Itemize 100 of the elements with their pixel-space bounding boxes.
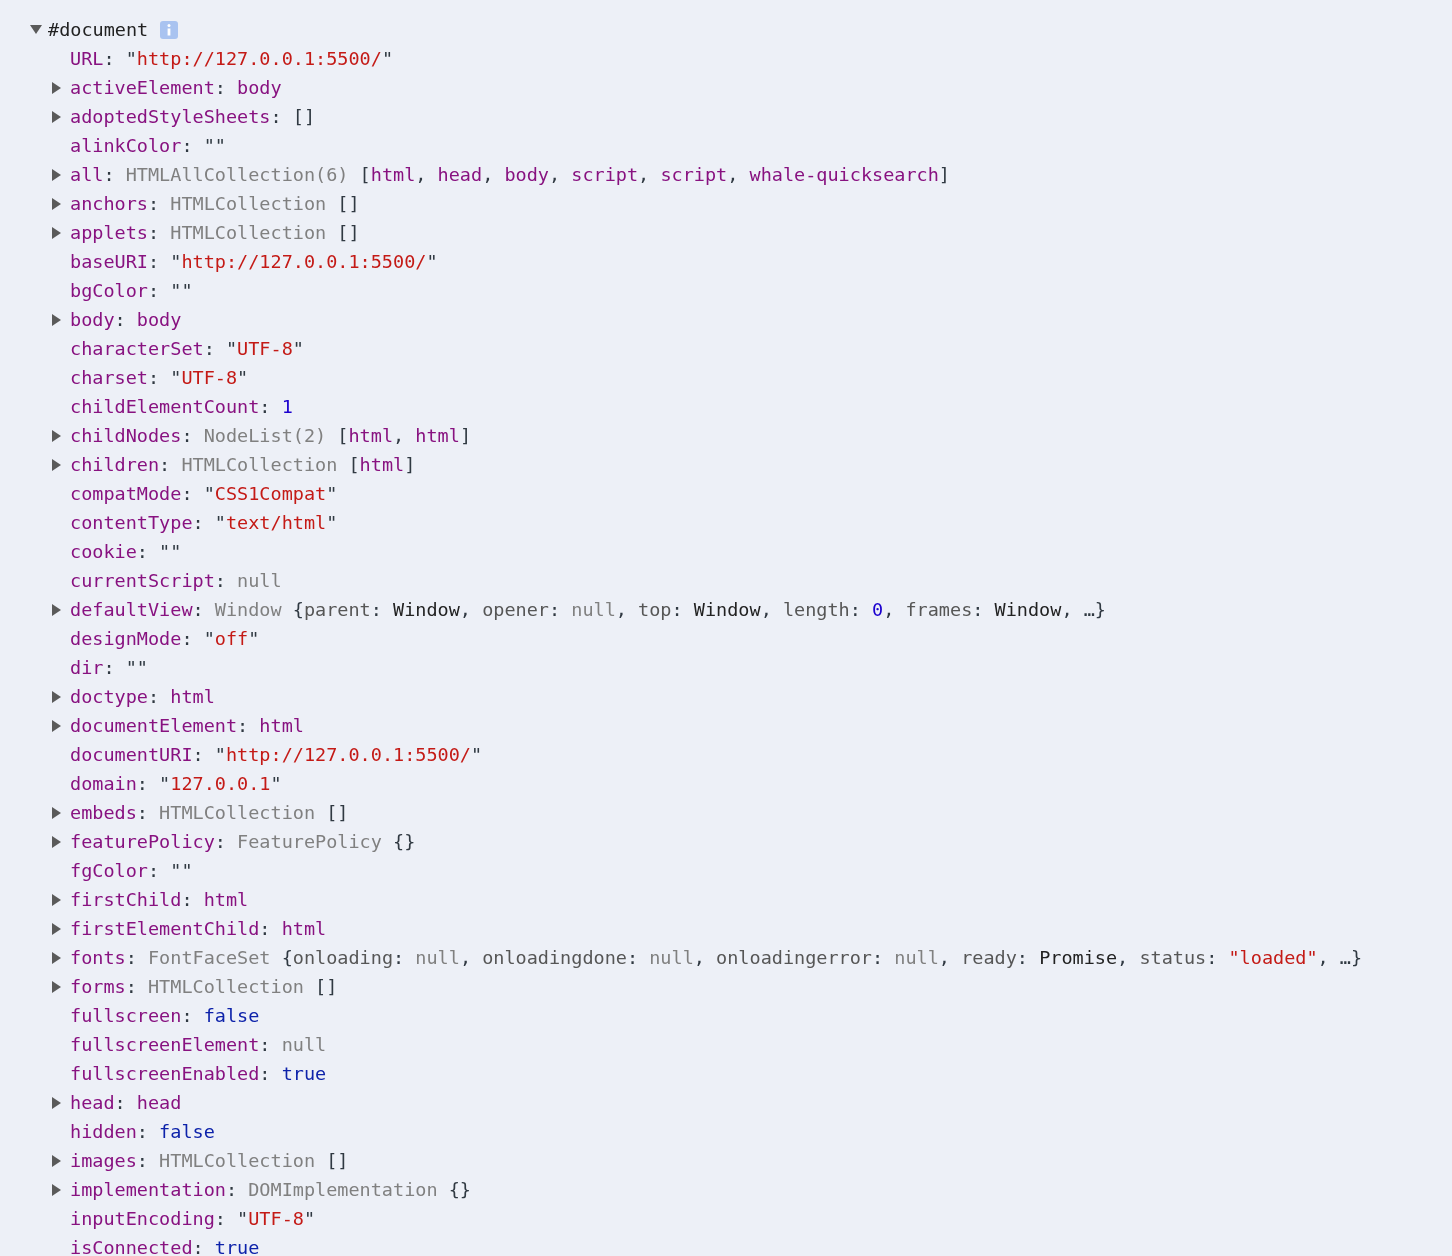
disclosure-triangle-icon[interactable] — [52, 835, 61, 848]
property-name: embeds — [70, 802, 137, 823]
property-value: : body — [114, 309, 182, 330]
property-value: : HTMLCollection [html] — [159, 454, 416, 475]
property-value: : FeaturePolicy {} — [214, 831, 416, 852]
property-name: fullscreenEnabled — [70, 1063, 260, 1084]
disclosure-triangle-icon[interactable] — [52, 197, 61, 210]
property-name: fgColor — [70, 860, 148, 881]
property-value: : "" — [181, 135, 226, 156]
property-value: : "" — [147, 860, 193, 881]
disclosure-triangle-icon[interactable] — [52, 110, 61, 123]
property-name: documentElement — [70, 715, 238, 736]
property-value: : [] — [270, 106, 316, 127]
property-name: adoptedStyleSheets — [70, 106, 271, 127]
disclosure-triangle-icon[interactable] — [52, 1183, 61, 1196]
property-name: children — [70, 454, 160, 475]
property-value: : HTMLCollection [] — [136, 1150, 349, 1171]
disclosure-triangle-icon[interactable] — [52, 168, 61, 181]
property-name: hidden — [70, 1121, 137, 1142]
property-value: : FontFaceSet {onloading: null, onloadingdone: null, onloadingerror: null, ready: Promise, status: "loaded", …} — [125, 947, 1363, 968]
disclosure-triangle-icon[interactable] — [52, 690, 61, 703]
property-value: : "http://127.0.0.1:5500/" — [103, 48, 394, 69]
property-name: fonts — [70, 947, 126, 968]
disclosure-triangle-icon[interactable] — [52, 429, 61, 442]
property-name: isConnected — [70, 1237, 193, 1256]
property-value: : head — [114, 1092, 182, 1113]
property-value: : "CSS1Compat" — [181, 483, 338, 504]
property-value: : "UTF-8" — [214, 1208, 316, 1229]
disclosure-triangle-icon[interactable] — [52, 226, 61, 239]
property-value: : "http://127.0.0.1:5500/" — [147, 251, 438, 272]
disclosure-triangle-icon[interactable] — [52, 719, 61, 732]
property-value: : HTMLCollection [] — [147, 193, 360, 214]
property-value: : null — [259, 1034, 327, 1055]
property-value: : "text/html" — [192, 512, 338, 533]
property-value: : true — [259, 1063, 327, 1084]
property-name: firstElementChild — [70, 918, 260, 939]
property-value: : html — [147, 686, 215, 707]
property-value: : 1 — [259, 396, 293, 417]
disclosure-triangle-icon[interactable] — [52, 951, 61, 964]
property-value: : false — [136, 1121, 215, 1142]
disclosure-triangle-icon[interactable] — [52, 806, 61, 819]
property-name: bgColor — [70, 280, 148, 301]
property-name: designMode — [70, 628, 182, 649]
property-name: childNodes — [70, 425, 182, 446]
property-name: head — [70, 1092, 115, 1113]
disclosure-triangle-icon[interactable] — [52, 81, 61, 94]
property-value: : "" — [147, 280, 193, 301]
property-name: contentType — [70, 512, 193, 533]
property-name: characterSet — [70, 338, 204, 359]
property-value: : "" — [136, 541, 182, 562]
property-value: : HTMLAllCollection(6) [html, head, body, script, script, whale-quicksearch] — [103, 164, 950, 185]
property-name: inputEncoding — [70, 1208, 215, 1229]
node-label: #document — [48, 19, 149, 40]
property-value: : html — [259, 918, 327, 939]
disclosure-triangle-icon[interactable] — [30, 25, 42, 34]
property-name: images — [70, 1150, 137, 1171]
disclosure-triangle-icon[interactable] — [52, 980, 61, 993]
property-value: : Window {parent: Window, opener: null, top: Window, length: 0, frames: Window, …} — [192, 599, 1106, 620]
property-value: : HTMLCollection [] — [136, 802, 349, 823]
property-value: : "127.0.0.1" — [136, 773, 282, 794]
property-name: implementation — [70, 1179, 226, 1200]
disclosure-triangle-icon[interactable] — [52, 603, 61, 616]
property-value: : body — [214, 77, 282, 98]
disclosure-triangle-icon[interactable] — [52, 922, 61, 935]
property-name: URL — [70, 48, 104, 69]
property-value: : DOMImplementation {} — [225, 1179, 471, 1200]
property-name: forms — [70, 976, 126, 997]
property-value: : true — [192, 1237, 260, 1256]
property-name: currentScript — [70, 570, 215, 591]
property-name: all — [70, 164, 104, 185]
property-value: : "" — [103, 657, 148, 678]
property-name: charset — [70, 367, 148, 388]
property-value: : html — [181, 889, 249, 910]
property-value: : "off" — [181, 628, 260, 649]
property-name: documentURI — [70, 744, 193, 765]
property-name: activeElement — [70, 77, 215, 98]
property-value: : false — [181, 1005, 260, 1026]
property-value: : HTMLCollection [] — [125, 976, 338, 997]
disclosure-triangle-icon[interactable] — [52, 1154, 61, 1167]
property-name: body — [70, 309, 115, 330]
property-name: fullscreen — [70, 1005, 182, 1026]
disclosure-triangle-icon[interactable] — [52, 458, 61, 471]
disclosure-triangle-icon[interactable] — [52, 893, 61, 906]
property-name: firstChild — [70, 889, 182, 910]
property-name: featurePolicy — [70, 831, 215, 852]
disclosure-triangle-icon[interactable] — [52, 1096, 61, 1109]
property-value: : "UTF-8" — [147, 367, 249, 388]
property-value: : "UTF-8" — [203, 338, 304, 359]
property-name: anchors — [70, 193, 148, 214]
property-name: applets — [70, 222, 148, 243]
property-name: domain — [70, 773, 137, 794]
property-name: doctype — [70, 686, 148, 707]
disclosure-triangle-icon[interactable] — [52, 313, 61, 326]
property-value: : "http://127.0.0.1:5500/" — [192, 744, 483, 765]
property-name: childElementCount — [70, 396, 260, 417]
property-value: : NodeList(2) [html, html] — [181, 425, 471, 446]
property-name: cookie — [70, 541, 137, 562]
property-name: defaultView — [70, 599, 193, 620]
property-value: : html — [237, 715, 304, 736]
property-name: alinkColor — [70, 135, 182, 156]
